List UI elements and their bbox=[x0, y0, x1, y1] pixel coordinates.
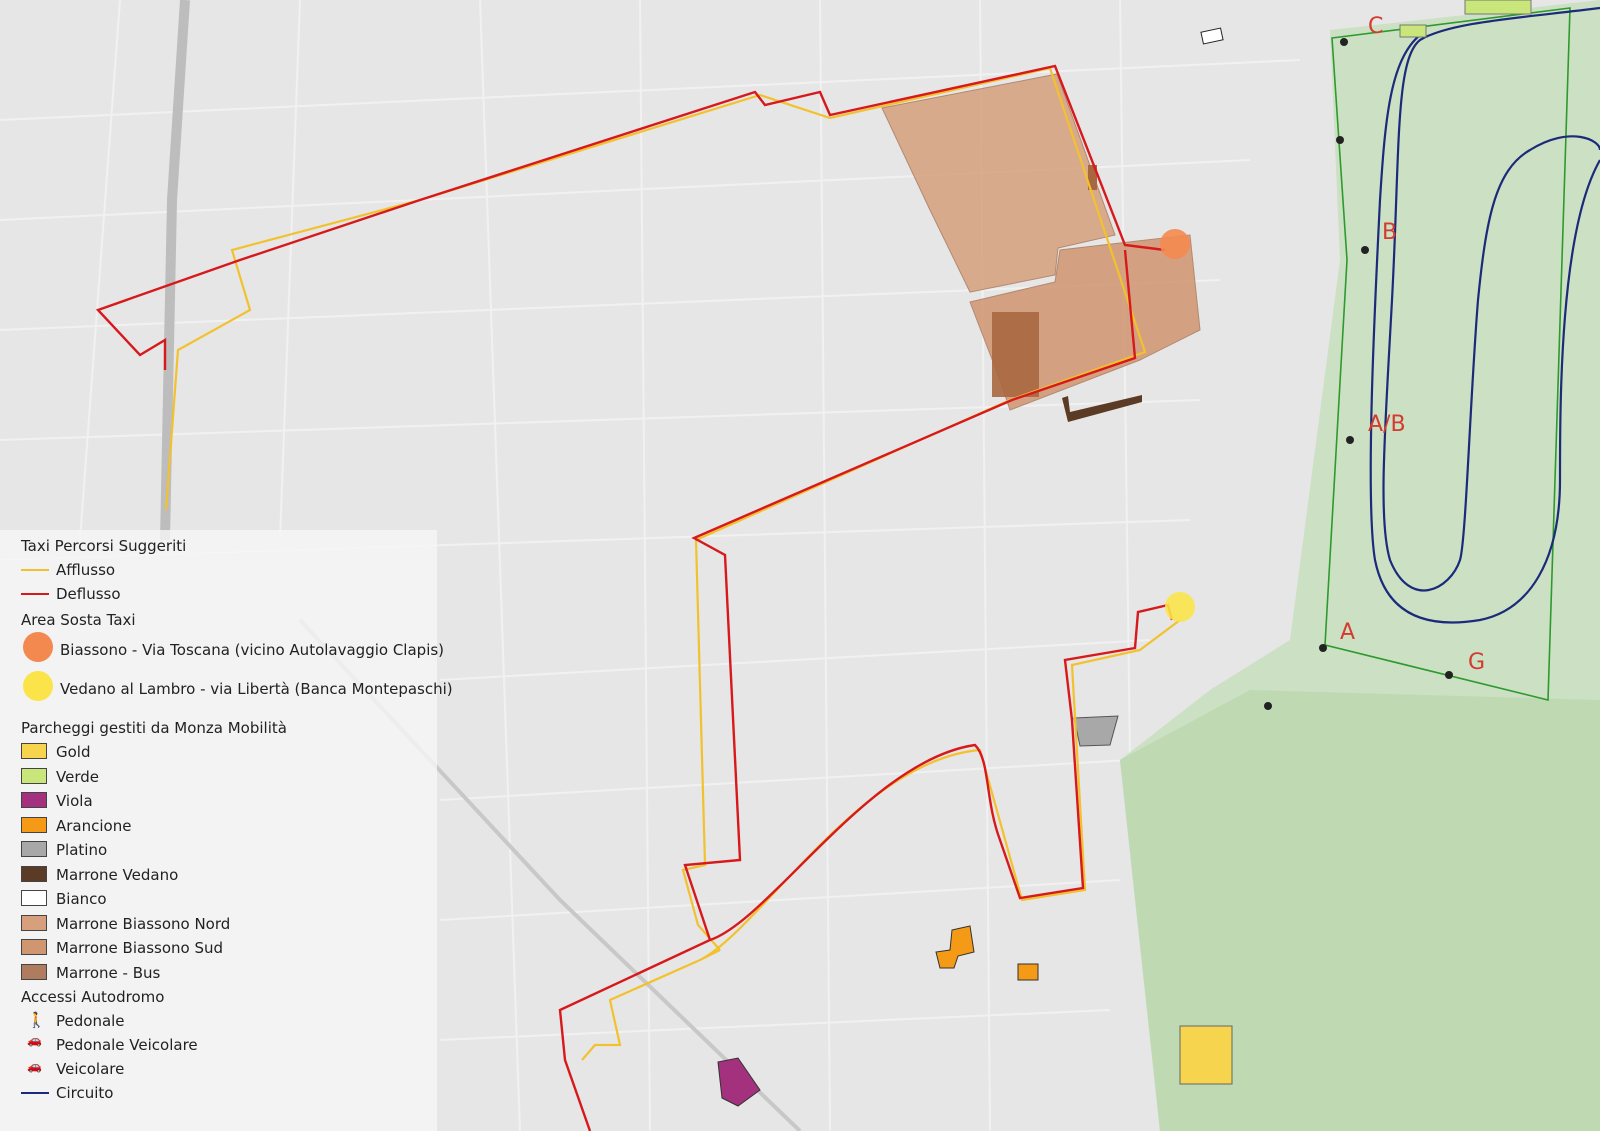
legend-access-title: Accessi Autodromo bbox=[21, 988, 165, 1006]
legend-label: Viola bbox=[56, 792, 93, 810]
parking-verde-1 bbox=[1399, 24, 1427, 38]
legend-label: Verde bbox=[56, 767, 99, 786]
vehicle-icon: 🚗 bbox=[27, 1059, 42, 1073]
map-legend: Taxi Percorsi Suggeriti Afflusso Defluss… bbox=[0, 530, 453, 1131]
legend-parking-title: Parcheggi gestiti da Monza Mobilità bbox=[21, 719, 287, 737]
parking-platino bbox=[1073, 715, 1119, 747]
legend-label: Marrone Vedano bbox=[56, 865, 179, 884]
parking-swatch-icon bbox=[21, 890, 47, 906]
legend-taxi-routes-title: Taxi Percorsi Suggeriti bbox=[21, 537, 187, 555]
taxi-area-biassono[interactable] bbox=[1160, 229, 1190, 259]
legend-label: Pedonale Veicolare bbox=[56, 1036, 198, 1054]
deflusso-line-icon bbox=[21, 593, 49, 595]
legend-label: Bianco bbox=[56, 890, 107, 908]
parking-swatch-icon bbox=[21, 865, 47, 882]
parking-arancione-2 bbox=[1017, 963, 1039, 981]
parking-swatch-icon bbox=[21, 841, 47, 857]
taxi-area-vedano[interactable] bbox=[1165, 592, 1195, 622]
parking-swatch-icon bbox=[21, 939, 47, 955]
parking-swatch-icon bbox=[21, 816, 47, 833]
legend-label: Gold bbox=[56, 743, 91, 761]
legend-label: Pedonale bbox=[56, 1012, 125, 1030]
parking-marrone-bus bbox=[992, 312, 1039, 397]
afflusso-line-icon bbox=[21, 569, 49, 571]
access-label-c: C bbox=[1368, 14, 1384, 39]
legend-label: Biassono - Via Toscana (vicino Autolavag… bbox=[60, 641, 445, 659]
legend-label: Vedano al Lambro - via Libertà (Banca Mo… bbox=[60, 680, 453, 698]
legend-label: Marrone Biassono Nord bbox=[56, 914, 231, 933]
legend-label: Platino bbox=[56, 841, 108, 859]
taxi-area-circle-icon bbox=[23, 671, 53, 701]
parking-verde-2 bbox=[1464, 0, 1532, 15]
circuit-line-icon bbox=[21, 1092, 49, 1094]
parking-swatch-icon bbox=[21, 767, 47, 784]
pedestrian-icon: 🚶 bbox=[27, 1011, 46, 1029]
legend-label: Marrone Biassono Sud bbox=[56, 939, 224, 957]
legend-label: Veicolare bbox=[56, 1060, 125, 1078]
access-label-ab: A/B bbox=[1368, 412, 1406, 437]
access-label-g: G bbox=[1468, 650, 1486, 675]
parking-swatch-icon bbox=[21, 914, 47, 931]
parking-gold bbox=[1179, 1025, 1233, 1085]
legend-label: Afflusso bbox=[56, 561, 116, 579]
parking-swatch-icon bbox=[21, 792, 47, 808]
access-label-b: B bbox=[1382, 220, 1398, 245]
legend-label: Arancione bbox=[56, 816, 132, 835]
legend-label: Marrone - Bus bbox=[56, 963, 161, 982]
taxi-area-circle-icon bbox=[23, 632, 53, 662]
pedestrian-vehicle-icon: 🚗 bbox=[27, 1033, 42, 1047]
parking-swatch-icon bbox=[21, 963, 47, 980]
legend-label: Circuito bbox=[56, 1084, 114, 1102]
legend-label: Deflusso bbox=[56, 585, 121, 603]
legend-taxi-area-title: Area Sosta Taxi bbox=[21, 611, 136, 629]
parking-swatch-icon bbox=[21, 743, 47, 759]
access-label-a: A bbox=[1340, 620, 1356, 645]
